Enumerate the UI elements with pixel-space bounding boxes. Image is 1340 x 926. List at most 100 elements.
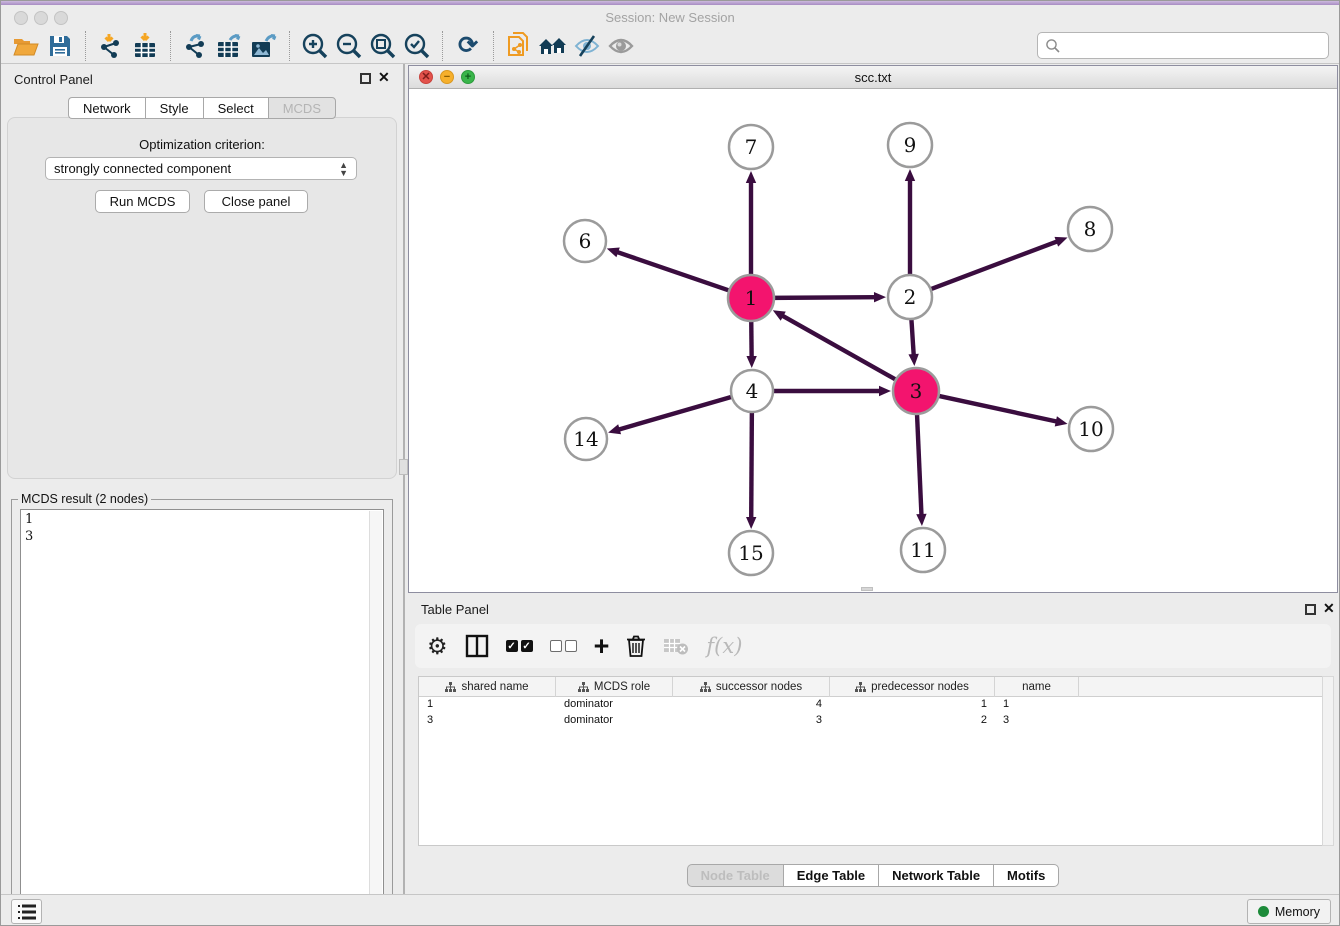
- memory-button[interactable]: Memory: [1247, 899, 1331, 924]
- hide-eye-icon[interactable]: [570, 31, 604, 61]
- import-table-icon[interactable]: [128, 31, 162, 61]
- graph-node-9[interactable]: 9: [888, 123, 932, 167]
- cell-name[interactable]: 1: [995, 697, 1079, 713]
- svg-text:4: 4: [746, 379, 759, 403]
- select-all-icon[interactable]: ✓✓: [506, 631, 533, 661]
- graph-edge[interactable]: [937, 395, 1058, 421]
- export-image-icon[interactable]: [247, 31, 281, 61]
- graph-edge[interactable]: [929, 241, 1058, 290]
- share-document-icon[interactable]: [502, 31, 536, 61]
- graph-edge-arrowhead: [746, 356, 756, 368]
- search-field[interactable]: [1037, 32, 1329, 59]
- graph-edge[interactable]: [917, 412, 922, 516]
- tab-mcds[interactable]: MCDS: [268, 97, 336, 119]
- tab-network[interactable]: Network: [68, 97, 145, 119]
- table-row[interactable]: 3 dominator 3 2 3: [419, 713, 1326, 729]
- graph-edge-arrowhead: [1055, 416, 1068, 426]
- cell-mcds-role[interactable]: dominator: [556, 697, 673, 713]
- zoom-in-icon[interactable]: [298, 31, 332, 61]
- network-canvas[interactable]: 7 9 6 8 1 2 4 3 14 10 15 11: [409, 89, 1337, 592]
- zoom-fit-icon[interactable]: [366, 31, 400, 61]
- function-builder-icon[interactable]: f(x): [706, 631, 742, 661]
- graph-edge-arrowhead: [607, 247, 620, 257]
- columns-icon[interactable]: [465, 631, 489, 661]
- cell-predecessor-nodes[interactable]: 1: [830, 697, 995, 713]
- tab-style[interactable]: Style: [145, 97, 203, 119]
- column-header-mcds-role[interactable]: MCDS role: [556, 677, 673, 697]
- column-header-name[interactable]: name: [995, 677, 1079, 697]
- cell-shared-name[interactable]: 3: [419, 713, 556, 729]
- graph-node-2[interactable]: 2: [888, 275, 932, 319]
- attribute-icon: [700, 682, 711, 693]
- cell-shared-name[interactable]: 1: [419, 697, 556, 713]
- svg-text:10: 10: [1078, 417, 1103, 441]
- gear-icon[interactable]: ⚙: [427, 631, 448, 661]
- graph-edge[interactable]: [781, 315, 897, 381]
- graph-edge[interactable]: [772, 297, 876, 298]
- optimization-criterion-select[interactable]: strongly connected component ▲▼: [45, 157, 357, 180]
- graph-node-15[interactable]: 15: [729, 531, 773, 575]
- cell-successor-nodes[interactable]: 3: [673, 713, 830, 729]
- vertical-splitter-grip[interactable]: [399, 459, 408, 475]
- graph-node-7[interactable]: 7: [729, 125, 773, 169]
- graph-edge[interactable]: [618, 396, 734, 430]
- save-icon[interactable]: [43, 31, 77, 61]
- cell-successor-nodes[interactable]: 4: [673, 697, 830, 713]
- zoom-out-icon[interactable]: [332, 31, 366, 61]
- graph-node-11[interactable]: 11: [901, 528, 945, 572]
- vertical-splitter[interactable]: [403, 64, 405, 894]
- graph-edge-arrowhead: [608, 424, 621, 434]
- network-window-titlebar[interactable]: ✕ − + scc.txt: [409, 66, 1337, 89]
- column-header-shared-name[interactable]: shared name: [419, 677, 556, 697]
- export-network-icon[interactable]: [179, 31, 213, 61]
- graph-edge[interactable]: [616, 252, 731, 291]
- zoom-selected-icon[interactable]: [400, 31, 434, 61]
- tab-motifs[interactable]: Motifs: [993, 864, 1059, 887]
- graph-edge[interactable]: [751, 410, 752, 519]
- search-input[interactable]: [1061, 37, 1328, 54]
- table-row[interactable]: 1 dominator 4 1 1: [419, 697, 1326, 713]
- show-eye-icon[interactable]: [604, 31, 638, 61]
- graph-node-14[interactable]: 14: [565, 418, 607, 460]
- table-float-panel-icon[interactable]: [1305, 604, 1316, 615]
- graph-node-3[interactable]: 3: [893, 368, 939, 414]
- close-panel-button[interactable]: Close panel: [204, 190, 308, 213]
- open-folder-icon[interactable]: [9, 31, 43, 61]
- export-table-icon[interactable]: [213, 31, 247, 61]
- column-header-predecessor-nodes[interactable]: predecessor nodes: [830, 677, 995, 697]
- delete-icon[interactable]: [626, 631, 646, 661]
- run-mcds-button[interactable]: Run MCDS: [95, 190, 190, 213]
- graph-node-4[interactable]: 4: [731, 370, 773, 412]
- mcds-result-text[interactable]: 1 3: [20, 509, 384, 926]
- add-icon[interactable]: +: [594, 631, 610, 661]
- float-panel-icon[interactable]: [360, 73, 371, 84]
- graph-edge[interactable]: [911, 317, 913, 356]
- delete-table-icon[interactable]: [663, 631, 689, 661]
- graph-node-1[interactable]: 1: [728, 275, 774, 321]
- graph-node-6[interactable]: 6: [564, 220, 606, 262]
- mcds-result-scrollbar[interactable]: [369, 511, 382, 926]
- table-close-panel-icon[interactable]: ✕: [1323, 601, 1335, 615]
- node-table: shared name MCDS role successor nodes pr…: [418, 676, 1326, 846]
- task-history-button[interactable]: [11, 899, 42, 924]
- graph-node-8[interactable]: 8: [1068, 207, 1112, 251]
- column-header-successor-nodes[interactable]: successor nodes: [673, 677, 830, 697]
- deselect-all-icon[interactable]: [550, 631, 577, 661]
- tab-network-table[interactable]: Network Table: [878, 864, 993, 887]
- tab-edge-table[interactable]: Edge Table: [783, 864, 878, 887]
- tab-select[interactable]: Select: [203, 97, 268, 119]
- import-network-icon[interactable]: [94, 31, 128, 61]
- svg-text:3: 3: [910, 379, 923, 403]
- homes-icon[interactable]: [536, 31, 570, 61]
- cell-name[interactable]: 3: [995, 713, 1079, 729]
- table-scrollbar[interactable]: [1322, 676, 1334, 846]
- refresh-icon[interactable]: ⟳: [451, 31, 485, 61]
- tab-node-table[interactable]: Node Table: [687, 864, 783, 887]
- cell-predecessor-nodes[interactable]: 2: [830, 713, 995, 729]
- close-panel-icon[interactable]: ✕: [378, 70, 390, 84]
- attribute-icon: [855, 682, 866, 693]
- titlebar: Session: New Session: [1, 5, 1339, 29]
- horizontal-splitter-grip[interactable]: [861, 587, 873, 591]
- graph-node-10[interactable]: 10: [1069, 407, 1113, 451]
- cell-mcds-role[interactable]: dominator: [556, 713, 673, 729]
